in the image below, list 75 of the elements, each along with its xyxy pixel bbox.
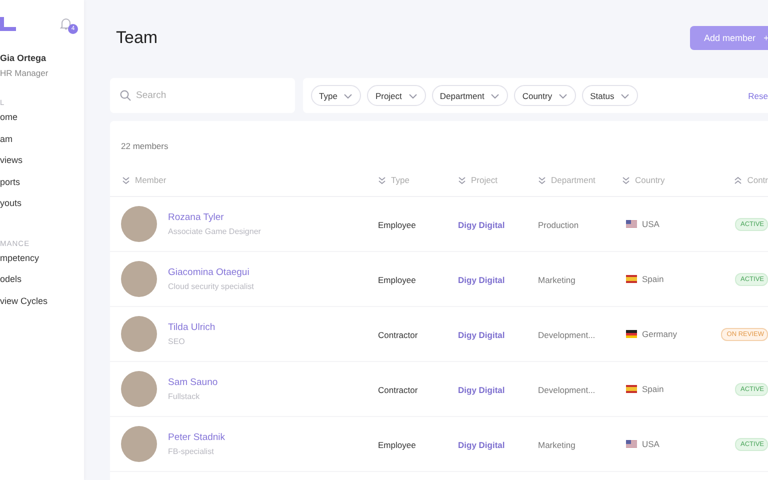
nav-item[interactable]: ports [0,176,20,197]
column-header[interactable]: Member [135,175,166,185]
column-header[interactable]: Department [551,175,596,185]
filter-dropdown[interactable]: Project [367,85,426,106]
user-name: Gia Ortega [0,53,46,63]
nav-item[interactable]: view Cycles [0,294,48,316]
nav-item[interactable]: mpetency [0,252,40,273]
type-cell: Contractor [378,330,418,340]
nav-item[interactable]: am [0,132,13,154]
member-name[interactable]: Giacomina Otaegui [168,267,254,278]
plus-icon [764,34,768,42]
avatar [121,261,157,297]
filter-dropdown[interactable]: Country [514,85,576,106]
avatar [121,371,157,407]
avatar [121,426,157,462]
nav-item[interactable]: ome [0,111,18,132]
filter-dropdown[interactable]: Status [582,85,638,106]
logo-icon [0,17,16,31]
sort-icon [734,176,742,184]
project-link[interactable]: Digy Digital [458,330,505,340]
flag-icon [626,275,637,283]
project-link[interactable]: Digy Digital [458,220,505,230]
department-cell: Development... [538,330,596,340]
member-name[interactable]: Sam Sauno [168,377,218,388]
country-cell: USA [642,439,660,449]
filter-dropdown[interactable]: Type [311,85,362,106]
column-header[interactable]: Type [391,175,410,185]
country-cell: Spain [642,384,664,394]
sort-icon [622,176,630,184]
reset-link[interactable]: Rese [748,90,768,100]
country-cell: USA [642,219,660,229]
avatar [121,316,157,352]
flag-icon [626,440,637,448]
project-link[interactable]: Digy Digital [458,275,505,285]
column-header[interactable]: Project [471,175,498,185]
department-cell: Marketing [538,440,576,450]
search-field[interactable]: Search [110,78,295,113]
column-header[interactable]: Contr [747,175,768,185]
country-cell: Germany [642,329,677,339]
type-cell: Employee [378,440,416,450]
member-role: Associate Game Designer [168,227,261,236]
project-link[interactable]: Digy Digital [458,385,505,395]
type-cell: Employee [378,275,416,285]
country-cell: Spain [642,274,664,284]
flag-icon [626,385,637,393]
flag-icon [626,330,637,338]
sort-icon [122,176,130,184]
nav-item[interactable]: odels [0,273,22,294]
column-header[interactable]: Country [635,175,665,185]
member-role: Cloud security specialist [168,282,254,291]
sort-icon [378,176,386,184]
project-link[interactable]: Digy Digital [458,440,505,450]
nav-item[interactable]: views [0,154,23,176]
department-cell: Production [538,220,579,230]
department-cell: Marketing [538,275,576,285]
member-count: 22 members [120,140,170,153]
member-role: SEO [168,337,186,346]
member-role: FB-specialist [168,447,215,456]
bell-icon [60,17,72,31]
member-name[interactable]: Rozana Tyler [168,212,261,223]
filter-dropdown[interactable]: Department [432,85,508,106]
type-cell: Contractor [378,385,418,395]
nav-item[interactable]: youts [0,197,22,218]
add-member-button[interactable]: Add member [690,26,768,50]
user-role: HR Manager [0,68,48,78]
sort-icon [458,176,466,184]
flag-icon [626,220,637,228]
page-title: Team [116,28,158,48]
member-role: Fullstack [168,392,201,401]
sort-icon [538,176,546,184]
member-name[interactable]: Peter Stadnik [168,432,226,443]
type-cell: Employee [378,220,416,230]
member-name[interactable]: Tilda Ulrich [168,322,216,333]
avatar [121,206,157,242]
department-cell: Development... [538,385,596,395]
